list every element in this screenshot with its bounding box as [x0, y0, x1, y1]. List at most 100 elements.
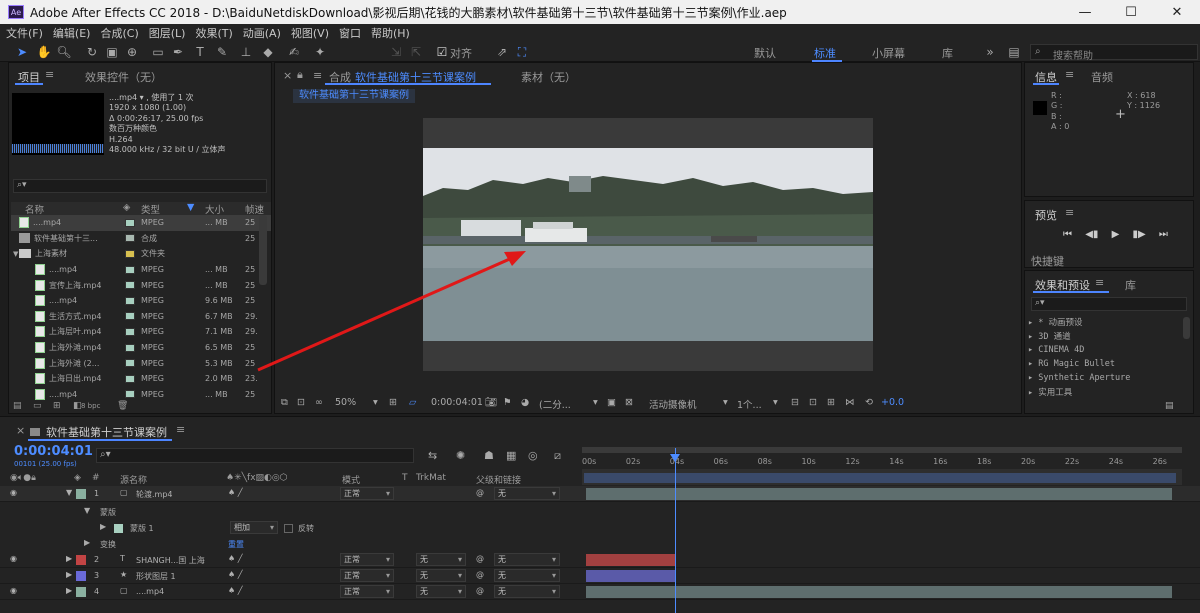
timeline-layer-row[interactable]: ◉ ▼ 1 ▢ 轮渡.mp4 ♠ ╱ 正常 @ 无: [0, 486, 1200, 502]
layer-label-swatch[interactable]: [76, 489, 86, 499]
trkmat-dropdown[interactable]: 无: [416, 569, 466, 582]
mask-color-swatch[interactable]: [114, 524, 123, 533]
switches-icon[interactable]: ♠ ╱: [228, 488, 243, 497]
motion-blur-icon[interactable]: ◎: [528, 449, 538, 462]
effects-search-input[interactable]: ⌕▾: [1031, 297, 1187, 311]
layer-name[interactable]: SHANGH...国 上海: [136, 555, 205, 566]
layer-number: 4: [94, 587, 100, 596]
info-y: Y : 1126: [1127, 101, 1161, 111]
eye-icon[interactable]: ◉: [10, 554, 17, 563]
layer-label-swatch[interactable]: [76, 555, 86, 565]
shortcut-label: 快捷键: [1031, 255, 1064, 268]
layer-expander-icon[interactable]: ▶: [66, 570, 72, 579]
preset-animation[interactable]: ▸ * 动画预设: [1028, 316, 1083, 328]
layer-label-swatch[interactable]: [76, 587, 86, 597]
column-t[interactable]: T: [402, 473, 408, 483]
playhead[interactable]: [674, 448, 676, 613]
switches-icon[interactable]: ♠ ╱: [228, 570, 243, 579]
preset-3d-channel[interactable]: ▸ 3D 通道: [1028, 330, 1071, 342]
parent-dropdown[interactable]: 无: [494, 585, 560, 598]
eye-icon[interactable]: ◉: [10, 586, 17, 595]
footage-layer-icon: ▢: [120, 586, 128, 595]
parent-dropdown[interactable]: 无: [494, 487, 560, 500]
work-area-range[interactable]: [584, 473, 1176, 483]
close-tab-icon[interactable]: ×: [16, 424, 25, 437]
xy-readout: X : 618 Y : 1126: [1127, 91, 1160, 112]
parent-dropdown[interactable]: 无: [494, 569, 560, 582]
parent-dropdown[interactable]: 无: [494, 553, 560, 566]
switches-icon[interactable]: ♠ ╱: [228, 586, 243, 595]
layer-name[interactable]: 形状图层 1: [136, 571, 176, 582]
panel-menu-icon[interactable]: ≡: [1065, 68, 1074, 81]
tab-library[interactable]: 库: [1125, 277, 1136, 293]
mask-group-expander-icon[interactable]: ▼: [84, 506, 90, 515]
column-source-name[interactable]: 源名称: [120, 473, 147, 486]
last-frame-icon[interactable]: ⏭: [1159, 229, 1168, 240]
parent-pickwhip-icon[interactable]: @: [476, 570, 484, 579]
trkmat-dropdown[interactable]: 无: [416, 553, 466, 566]
mask-invert-checkbox[interactable]: [284, 524, 293, 533]
layer-number: 2: [94, 555, 100, 564]
previous-frame-icon[interactable]: ◀▮: [1085, 229, 1098, 240]
parent-pickwhip-icon[interactable]: @: [476, 554, 484, 563]
play-icon[interactable]: ▶: [1112, 229, 1120, 240]
effects-scrollbar[interactable]: [1183, 317, 1190, 339]
preset-rg-magic-bullet[interactable]: ▸ RG Magic Bullet: [1028, 359, 1115, 369]
column-trkmat[interactable]: TrkMat: [416, 473, 446, 483]
shy-layers-icon[interactable]: ☗: [484, 449, 494, 462]
transform-reset-link[interactable]: 重置: [228, 539, 244, 550]
frame-blending-icon[interactable]: ▦: [506, 449, 516, 462]
panel-menu-icon[interactable]: ≡: [1095, 276, 1104, 289]
layer-name[interactable]: 轮渡.mp4: [136, 489, 173, 500]
mask-name[interactable]: 蒙版 1: [130, 523, 154, 534]
switches-icon[interactable]: ♠ ╱: [228, 554, 243, 563]
timeline-layer-row[interactable]: ▶ 3 ★ 形状图层 1 ♠ ╱ 正常 无 @ 无: [0, 568, 1200, 584]
comp-mini-flowchart-icon[interactable]: ⇆: [428, 449, 437, 462]
text-layer-icon: T: [120, 554, 125, 563]
shape-layer-icon: ★: [120, 570, 128, 579]
panel-menu-icon[interactable]: ≡: [1065, 206, 1074, 219]
ruler-tick-label: 18s: [977, 457, 992, 466]
parent-pickwhip-icon[interactable]: @: [476, 586, 484, 595]
layer-number: 3: [94, 571, 100, 580]
mask-expander-icon[interactable]: ▶: [100, 522, 106, 531]
layer-label-swatch[interactable]: [76, 571, 86, 581]
trkmat-dropdown[interactable]: 无: [416, 585, 466, 598]
next-frame-icon[interactable]: ▮▶: [1132, 229, 1145, 240]
layer-duration-bar[interactable]: [586, 570, 675, 582]
blend-mode-dropdown[interactable]: 正常: [340, 487, 394, 500]
timeline-current-time[interactable]: 0:00:04:01: [14, 444, 93, 459]
timeline-layer-row[interactable]: ◉ ▶ 2 T SHANGH...国 上海 ♠ ╱ 正常 无 @ 无: [0, 552, 1200, 568]
work-area-bar[interactable]: [582, 447, 1182, 453]
preset-cinema-4d[interactable]: ▸ CINEMA 4D: [1028, 345, 1084, 355]
column-mode[interactable]: 模式: [342, 473, 360, 486]
ruler-tick-label: 26s: [1152, 457, 1167, 466]
tab-audio[interactable]: 音频: [1091, 69, 1113, 85]
layer-expander-icon[interactable]: ▶: [66, 554, 72, 563]
layer-duration-bar[interactable]: [586, 554, 675, 566]
layer-name[interactable]: ....mp4: [136, 587, 164, 596]
column-parent[interactable]: 父级和链接: [476, 473, 521, 486]
playhead-handle[interactable]: [669, 454, 680, 462]
graph-editor-icon[interactable]: ⧄: [554, 449, 561, 463]
eye-icon[interactable]: ◉: [10, 488, 17, 497]
panel-menu-icon[interactable]: ≡: [176, 423, 185, 436]
parent-pickwhip-icon[interactable]: @: [476, 488, 484, 497]
preset-utility[interactable]: ▸ 实用工具: [1028, 386, 1072, 398]
crosshair-icon: +: [1115, 107, 1126, 122]
timeline-layer-row[interactable]: ◉ ▶ 4 ▢ ....mp4 ♠ ╱ 正常 无 @ 无: [0, 584, 1200, 600]
mask-mode-dropdown[interactable]: 相加: [230, 521, 278, 534]
transform-expander-icon[interactable]: ▶: [84, 538, 90, 547]
layer-expander-icon[interactable]: ▼: [66, 488, 72, 497]
blend-mode-dropdown[interactable]: 正常: [340, 585, 394, 598]
blend-mode-dropdown[interactable]: 正常: [340, 553, 394, 566]
layer-search-input[interactable]: ⌕▾: [96, 448, 414, 463]
draft-3d-icon[interactable]: ✺: [456, 449, 465, 462]
new-preset-icon[interactable]: ▤: [1165, 401, 1174, 411]
preset-synthetic-aperture[interactable]: ▸ Synthetic Aperture: [1028, 373, 1130, 383]
layer-expander-icon[interactable]: ▶: [66, 586, 72, 595]
ruler-tick-label: 06s: [713, 457, 729, 466]
tab-timeline[interactable]: 软件基础第十三节课案例: [46, 424, 167, 440]
blend-mode-dropdown[interactable]: 正常: [340, 569, 394, 582]
first-frame-icon[interactable]: ⏮: [1063, 229, 1072, 240]
